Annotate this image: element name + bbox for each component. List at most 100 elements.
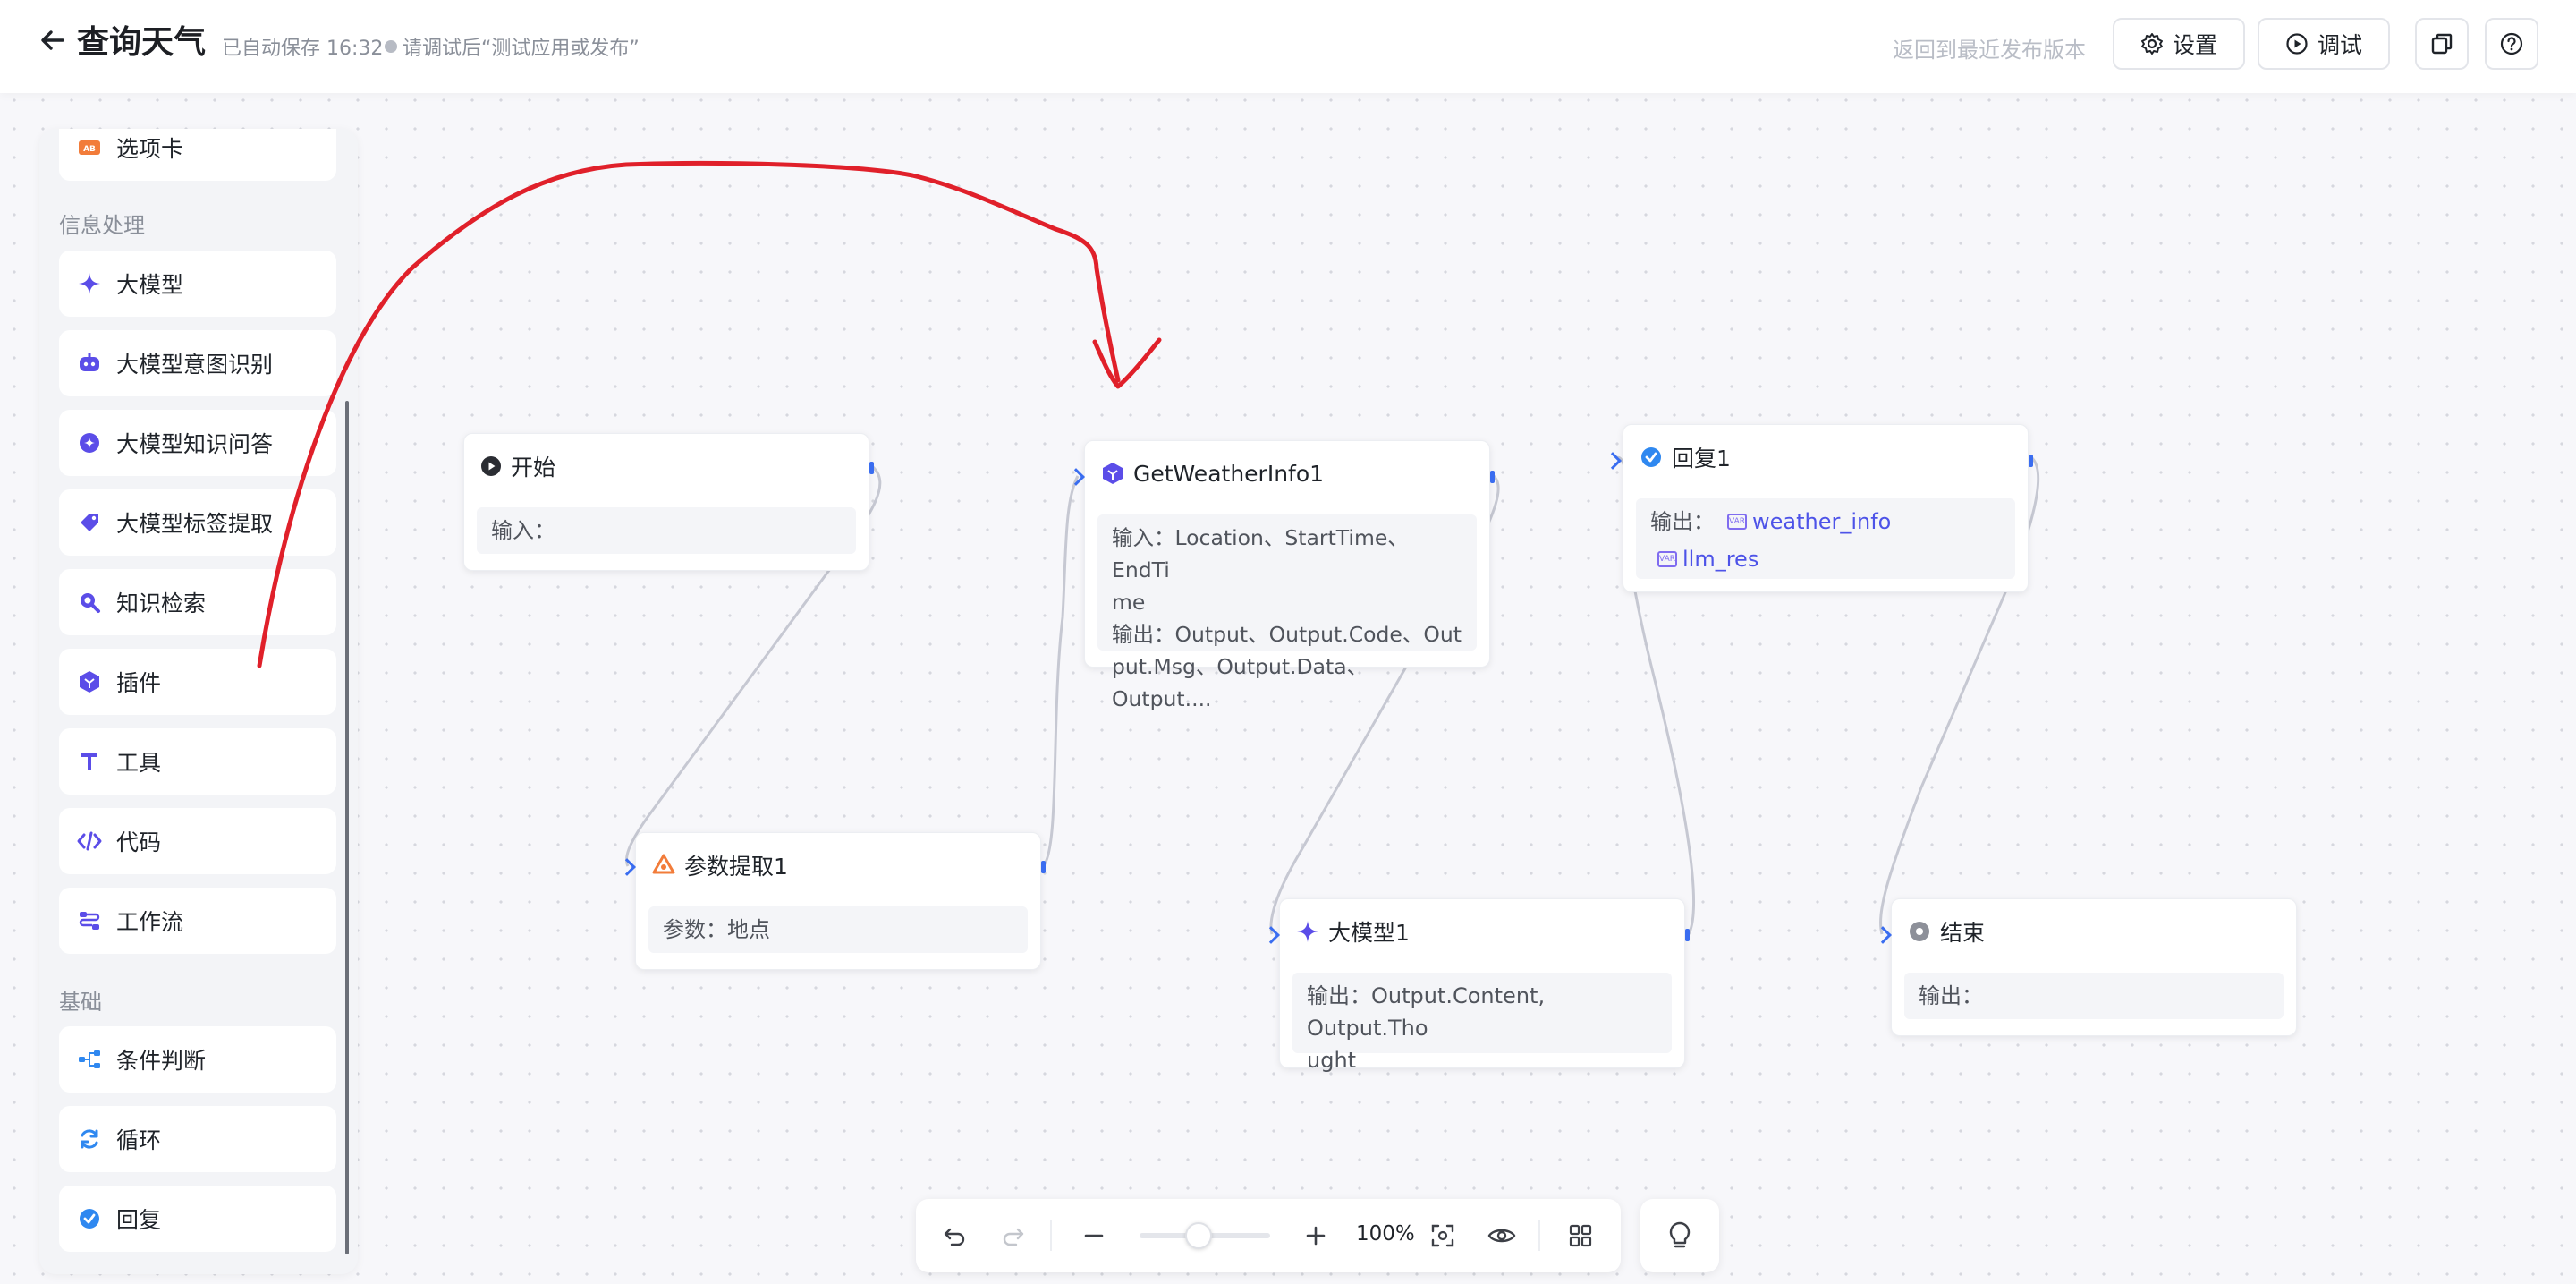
sidebar-item-label: 知识检索 bbox=[116, 591, 207, 616]
play-circle-icon bbox=[481, 456, 501, 476]
sidebar-item-loop[interactable]: 循环 bbox=[59, 1106, 336, 1172]
node-weather-title: GetWeatherInfo1 bbox=[1133, 460, 1325, 487]
sidebar-item-label: 大模型意图识别 bbox=[116, 352, 274, 378]
eye-icon bbox=[1487, 1229, 1516, 1243]
redo-icon bbox=[1003, 1228, 1024, 1246]
weather-output-port[interactable] bbox=[1490, 471, 1495, 483]
sidebar-item-intent[interactable]: 大模型意图识别 bbox=[59, 330, 336, 396]
node-param-extract[interactable]: 参数提取1 参数：地点 bbox=[635, 832, 1041, 970]
reply-input-port[interactable] bbox=[1604, 452, 1622, 470]
zoom-in-button[interactable] bbox=[1299, 1219, 1333, 1253]
llm-output-port[interactable] bbox=[1685, 929, 1690, 941]
zoom-slider[interactable] bbox=[1140, 1222, 1270, 1249]
sidebar-item-tool[interactable]: 工具 bbox=[59, 728, 336, 795]
copy-icon bbox=[2431, 33, 2453, 55]
sidebar-item-label: 大模型 bbox=[116, 272, 184, 298]
undo-button[interactable] bbox=[937, 1219, 971, 1253]
param-input-port[interactable] bbox=[618, 858, 636, 876]
grid-icon bbox=[1569, 1224, 1592, 1247]
sidebar-item-workflow[interactable]: 工作流 bbox=[59, 888, 336, 954]
settings-label: 设置 bbox=[2172, 32, 2217, 58]
node-llm-header: 大模型1 bbox=[1296, 915, 1410, 948]
node-start[interactable]: 开始 输入： bbox=[463, 433, 869, 571]
sidebar-item-label: 选项卡 bbox=[116, 136, 184, 162]
node-end-body: 输出： bbox=[1904, 973, 2284, 1019]
stop-circle-icon bbox=[1910, 922, 1929, 941]
reply-output-label: 输出： bbox=[1650, 509, 1715, 534]
node-param-body: 参数：地点 bbox=[648, 906, 1028, 953]
debug-hint-text: 请调试后“测试应用或发布” bbox=[402, 38, 640, 60]
sidebar-item-code[interactable]: 代码 bbox=[59, 808, 336, 874]
node-llm-body: 输出：Output.Content, Output.Tho ught bbox=[1292, 973, 1672, 1073]
node-palette-sidebar[interactable]: AB 选项卡 信息处理 大模型 大模型意图识别 大模型知识问答 大模型标签提取 … bbox=[39, 129, 358, 1274]
weather-input-line2: me bbox=[1112, 590, 1146, 615]
sidebar-item-label: 大模型知识问答 bbox=[116, 431, 274, 457]
param-extract-icon bbox=[652, 854, 675, 874]
debug-hint: 请调试后“测试应用或发布” bbox=[385, 32, 640, 61]
sidebar-item-tabs[interactable]: AB 选项卡 bbox=[59, 129, 336, 181]
sidebar-item-label: 大模型标签提取 bbox=[116, 511, 274, 537]
reply-output-port[interactable] bbox=[2029, 455, 2033, 467]
debug-button[interactable]: 调试 bbox=[2258, 18, 2390, 70]
node-llm-title: 大模型1 bbox=[1328, 920, 1410, 946]
node-weather-header: GetWeatherInfo1 bbox=[1101, 457, 1324, 489]
code-icon bbox=[77, 829, 102, 854]
sidebar-scrollbar[interactable] bbox=[345, 401, 349, 1254]
edge-param-to-weather bbox=[1041, 475, 1080, 868]
settings-button[interactable]: 设置 bbox=[2113, 18, 2245, 70]
zoom-level[interactable]: 100% bbox=[1356, 1222, 1415, 1246]
node-reply[interactable]: 回复1 输出： VAR weather_info VAR llm_res bbox=[1623, 424, 2029, 592]
revert-link[interactable]: 返回到最近发布版本 bbox=[1893, 32, 2086, 64]
bulb-icon bbox=[1669, 1221, 1690, 1248]
fit-view-button[interactable] bbox=[1426, 1219, 1460, 1253]
zoom-out-button[interactable] bbox=[1077, 1219, 1111, 1253]
redo-button[interactable] bbox=[996, 1219, 1030, 1253]
node-get-weather[interactable]: GetWeatherInfo1 输入：Location、StartTime、En… bbox=[1084, 440, 1490, 711]
start-output-port[interactable] bbox=[869, 462, 874, 474]
red-annotation-curve bbox=[257, 161, 1121, 668]
preview-button[interactable] bbox=[1485, 1219, 1519, 1253]
svg-text:AB: AB bbox=[83, 145, 96, 154]
question-icon bbox=[2500, 32, 2523, 55]
sidebar-item-reply[interactable]: 回复 bbox=[59, 1186, 336, 1252]
plus-icon bbox=[1306, 1226, 1326, 1246]
zoom-slider-thumb[interactable] bbox=[1184, 1222, 1212, 1249]
condition-branch-icon bbox=[77, 1047, 102, 1072]
sidebar-item-tag-extract[interactable]: 大模型标签提取 bbox=[59, 489, 336, 556]
tool-icon bbox=[77, 749, 102, 774]
sidebar-item-label: 工作流 bbox=[116, 909, 184, 935]
sidebar-item-llm[interactable]: 大模型 bbox=[59, 251, 336, 317]
node-end[interactable]: 结束 输出： bbox=[1891, 898, 2297, 1036]
workflow-icon bbox=[77, 908, 102, 933]
undo-icon bbox=[944, 1228, 965, 1246]
sidebar-item-label: 工具 bbox=[116, 750, 162, 776]
section-basic: 基础 bbox=[59, 990, 102, 1015]
sidebar-item-label: 插件 bbox=[116, 670, 162, 696]
node-start-title: 开始 bbox=[511, 455, 556, 480]
tips-button[interactable] bbox=[1640, 1199, 1719, 1272]
llm-output-line1: 输出：Output.Content, Output.Tho bbox=[1307, 983, 1546, 1041]
copy-button[interactable] bbox=[2415, 18, 2469, 70]
toolbar-divider bbox=[1050, 1220, 1052, 1251]
end-input-port[interactable] bbox=[1874, 926, 1892, 944]
node-llm[interactable]: 大模型1 输出：Output.Content, Output.Tho ught bbox=[1279, 898, 1685, 1073]
back-arrow-icon[interactable] bbox=[38, 25, 68, 55]
sidebar-item-plugin[interactable]: 插件 bbox=[59, 649, 336, 715]
sidebar-item-knowledge-search[interactable]: 知识检索 bbox=[59, 569, 336, 635]
page-title: 查询天气 bbox=[77, 24, 207, 61]
reply-var-llm-res-text: llm_res bbox=[1682, 547, 1759, 572]
weather-input-port[interactable] bbox=[1067, 468, 1085, 486]
llm-input-port[interactable] bbox=[1262, 926, 1280, 944]
help-button[interactable] bbox=[2485, 18, 2538, 70]
sidebar-item-label: 条件判断 bbox=[116, 1048, 207, 1074]
sidebar-item-label: 代码 bbox=[116, 829, 162, 855]
sidebar-item-knowledge-qa[interactable]: 大模型知识问答 bbox=[59, 410, 336, 476]
param-output-port[interactable] bbox=[1041, 861, 1046, 873]
layout-button[interactable] bbox=[1563, 1219, 1597, 1253]
node-end-title: 结束 bbox=[1940, 920, 1986, 946]
node-end-header: 结束 bbox=[1908, 915, 1985, 948]
node-param-header: 参数提取1 bbox=[652, 849, 788, 881]
play-circle-icon bbox=[2286, 33, 2308, 55]
search-icon bbox=[77, 590, 102, 615]
sidebar-item-condition[interactable]: 条件判断 bbox=[59, 1026, 336, 1093]
